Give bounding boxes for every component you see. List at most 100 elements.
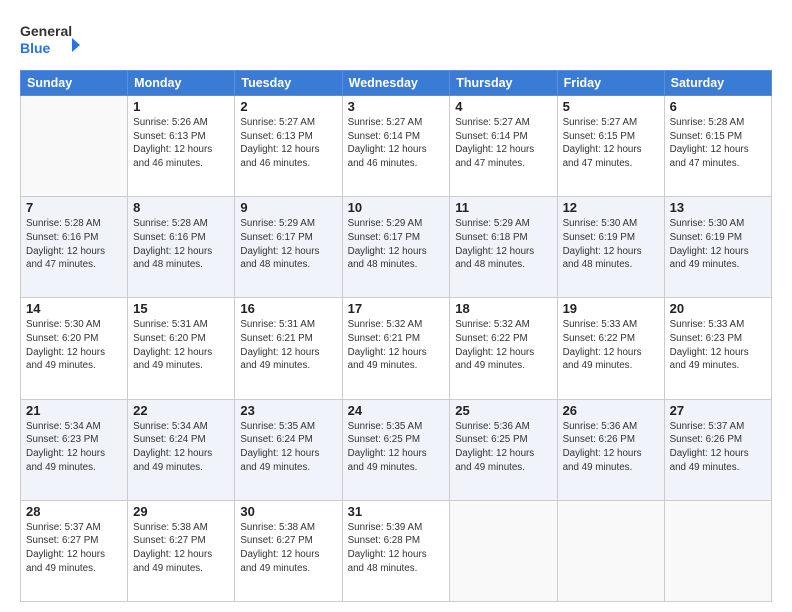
day-number: 1 [133,99,229,114]
day-info: Sunrise: 5:28 AM Sunset: 6:16 PM Dayligh… [26,217,122,272]
day-number: 31 [348,504,445,519]
calendar-cell: 9 Sunrise: 5:29 AM Sunset: 6:17 PM Daylig… [235,197,342,298]
day-info: Sunrise: 5:27 AM Sunset: 6:14 PM Dayligh… [455,116,551,171]
day-number: 26 [563,403,659,418]
calendar-table: SundayMondayTuesdayWednesdayThursdayFrid… [20,70,772,602]
calendar-cell: 3Sunrise: 5:27 AM Sunset: 6:14 PM Daylig… [342,96,450,197]
calendar-cell: 10 Sunrise: 5:29 AM Sunset: 6:17 PM Dayli… [342,197,450,298]
calendar-cell: 5 Sunrise: 5:27 AM Sunset: 6:15 PM Daylig… [557,96,664,197]
day-info: Sunrise: 5:30 AM Sunset: 6:20 PM Dayligh… [26,318,122,373]
calendar-cell: 23 Sunrise: 5:35 AM Sunset: 6:24 PM Dayli… [235,399,342,500]
day-number: 30 [240,504,336,519]
day-number: 9 [240,200,336,215]
day-info: Sunrise: 5:37 AM Sunset: 6:26 PM Dayligh… [670,420,766,475]
calendar-week-row: 14 Sunrise: 5:30 AM Sunset: 6:20 PM Dayli… [21,298,772,399]
calendar-cell: 31 Sunrise: 5:39 AM Sunset: 6:28 PM Dayli… [342,500,450,601]
calendar-cell [557,500,664,601]
calendar-cell: 12 Sunrise: 5:30 AM Sunset: 6:19 PM Dayli… [557,197,664,298]
day-number: 14 [26,301,122,316]
day-number: 12 [563,200,659,215]
calendar-cell: 27 Sunrise: 5:37 AM Sunset: 6:26 PM Dayli… [664,399,771,500]
day-info: Sunrise: 5:26 AM Sunset: 6:13 PM Dayligh… [133,116,229,171]
day-info: Sunrise: 5:31 AM Sunset: 6:21 PM Dayligh… [240,318,336,373]
day-number: 8 [133,200,229,215]
svg-text:General: General [20,23,72,39]
day-info: Sunrise: 5:36 AM Sunset: 6:26 PM Dayligh… [563,420,659,475]
calendar-cell: 16 Sunrise: 5:31 AM Sunset: 6:21 PM Dayli… [235,298,342,399]
calendar-cell: 22Sunrise: 5:34 AM Sunset: 6:24 PM Dayli… [128,399,235,500]
calendar-week-row: 21Sunrise: 5:34 AM Sunset: 6:23 PM Dayli… [21,399,772,500]
calendar-header-row: SundayMondayTuesdayWednesdayThursdayFrid… [21,71,772,96]
calendar-week-row: 1 Sunrise: 5:26 AM Sunset: 6:13 PM Daylig… [21,96,772,197]
day-number: 18 [455,301,551,316]
day-info: Sunrise: 5:27 AM Sunset: 6:15 PM Dayligh… [563,116,659,171]
day-header-thursday: Thursday [450,71,557,96]
day-info: Sunrise: 5:35 AM Sunset: 6:25 PM Dayligh… [348,420,445,475]
day-info: Sunrise: 5:32 AM Sunset: 6:22 PM Dayligh… [455,318,551,373]
day-header-wednesday: Wednesday [342,71,450,96]
calendar-cell: 1 Sunrise: 5:26 AM Sunset: 6:13 PM Daylig… [128,96,235,197]
day-info: Sunrise: 5:35 AM Sunset: 6:24 PM Dayligh… [240,420,336,475]
day-number: 11 [455,200,551,215]
day-header-monday: Monday [128,71,235,96]
day-number: 20 [670,301,766,316]
day-number: 13 [670,200,766,215]
calendar-cell [450,500,557,601]
day-number: 19 [563,301,659,316]
calendar-cell: 21Sunrise: 5:34 AM Sunset: 6:23 PM Dayli… [21,399,128,500]
day-info: Sunrise: 5:39 AM Sunset: 6:28 PM Dayligh… [348,521,445,576]
day-number: 10 [348,200,445,215]
day-number: 25 [455,403,551,418]
day-number: 5 [563,99,659,114]
day-info: Sunrise: 5:30 AM Sunset: 6:19 PM Dayligh… [563,217,659,272]
calendar-cell: 20 Sunrise: 5:33 AM Sunset: 6:23 PM Dayli… [664,298,771,399]
calendar-cell: 4 Sunrise: 5:27 AM Sunset: 6:14 PM Daylig… [450,96,557,197]
day-number: 23 [240,403,336,418]
day-header-friday: Friday [557,71,664,96]
day-number: 2 [240,99,336,114]
day-number: 22 [133,403,229,418]
calendar-cell: 7Sunrise: 5:28 AM Sunset: 6:16 PM Daylig… [21,197,128,298]
calendar-cell: 26 Sunrise: 5:36 AM Sunset: 6:26 PM Dayli… [557,399,664,500]
day-info: Sunrise: 5:36 AM Sunset: 6:25 PM Dayligh… [455,420,551,475]
day-info: Sunrise: 5:33 AM Sunset: 6:23 PM Dayligh… [670,318,766,373]
calendar-cell: 14 Sunrise: 5:30 AM Sunset: 6:20 PM Dayli… [21,298,128,399]
day-number: 3 [348,99,445,114]
calendar-week-row: 7Sunrise: 5:28 AM Sunset: 6:16 PM Daylig… [21,197,772,298]
day-number: 29 [133,504,229,519]
day-number: 16 [240,301,336,316]
day-number: 4 [455,99,551,114]
page-header: GeneralBlue [20,18,772,60]
calendar-cell: 29 Sunrise: 5:38 AM Sunset: 6:27 PM Dayli… [128,500,235,601]
day-info: Sunrise: 5:31 AM Sunset: 6:20 PM Dayligh… [133,318,229,373]
calendar-cell: 11 Sunrise: 5:29 AM Sunset: 6:18 PM Dayli… [450,197,557,298]
calendar-cell: 24Sunrise: 5:35 AM Sunset: 6:25 PM Dayli… [342,399,450,500]
day-number: 6 [670,99,766,114]
day-number: 28 [26,504,122,519]
day-info: Sunrise: 5:29 AM Sunset: 6:18 PM Dayligh… [455,217,551,272]
day-number: 21 [26,403,122,418]
calendar-cell: 25 Sunrise: 5:36 AM Sunset: 6:25 PM Dayli… [450,399,557,500]
day-info: Sunrise: 5:29 AM Sunset: 6:17 PM Dayligh… [240,217,336,272]
day-number: 15 [133,301,229,316]
calendar-cell: 30 Sunrise: 5:38 AM Sunset: 6:27 PM Dayli… [235,500,342,601]
svg-text:Blue: Blue [20,40,51,56]
calendar-cell: 6Sunrise: 5:28 AM Sunset: 6:15 PM Daylig… [664,96,771,197]
logo: GeneralBlue [20,18,80,60]
calendar-cell: 19 Sunrise: 5:33 AM Sunset: 6:22 PM Dayli… [557,298,664,399]
calendar-cell: 18 Sunrise: 5:32 AM Sunset: 6:22 PM Dayli… [450,298,557,399]
logo-svg: GeneralBlue [20,18,80,60]
day-number: 27 [670,403,766,418]
day-info: Sunrise: 5:33 AM Sunset: 6:22 PM Dayligh… [563,318,659,373]
calendar-cell: 28 Sunrise: 5:37 AM Sunset: 6:27 PM Dayli… [21,500,128,601]
day-info: Sunrise: 5:30 AM Sunset: 6:19 PM Dayligh… [670,217,766,272]
calendar-cell: 15 Sunrise: 5:31 AM Sunset: 6:20 PM Dayli… [128,298,235,399]
day-info: Sunrise: 5:38 AM Sunset: 6:27 PM Dayligh… [240,521,336,576]
day-header-sunday: Sunday [21,71,128,96]
day-header-tuesday: Tuesday [235,71,342,96]
calendar-cell [664,500,771,601]
day-header-saturday: Saturday [664,71,771,96]
day-info: Sunrise: 5:37 AM Sunset: 6:27 PM Dayligh… [26,521,122,576]
day-info: Sunrise: 5:38 AM Sunset: 6:27 PM Dayligh… [133,521,229,576]
day-info: Sunrise: 5:29 AM Sunset: 6:17 PM Dayligh… [348,217,445,272]
